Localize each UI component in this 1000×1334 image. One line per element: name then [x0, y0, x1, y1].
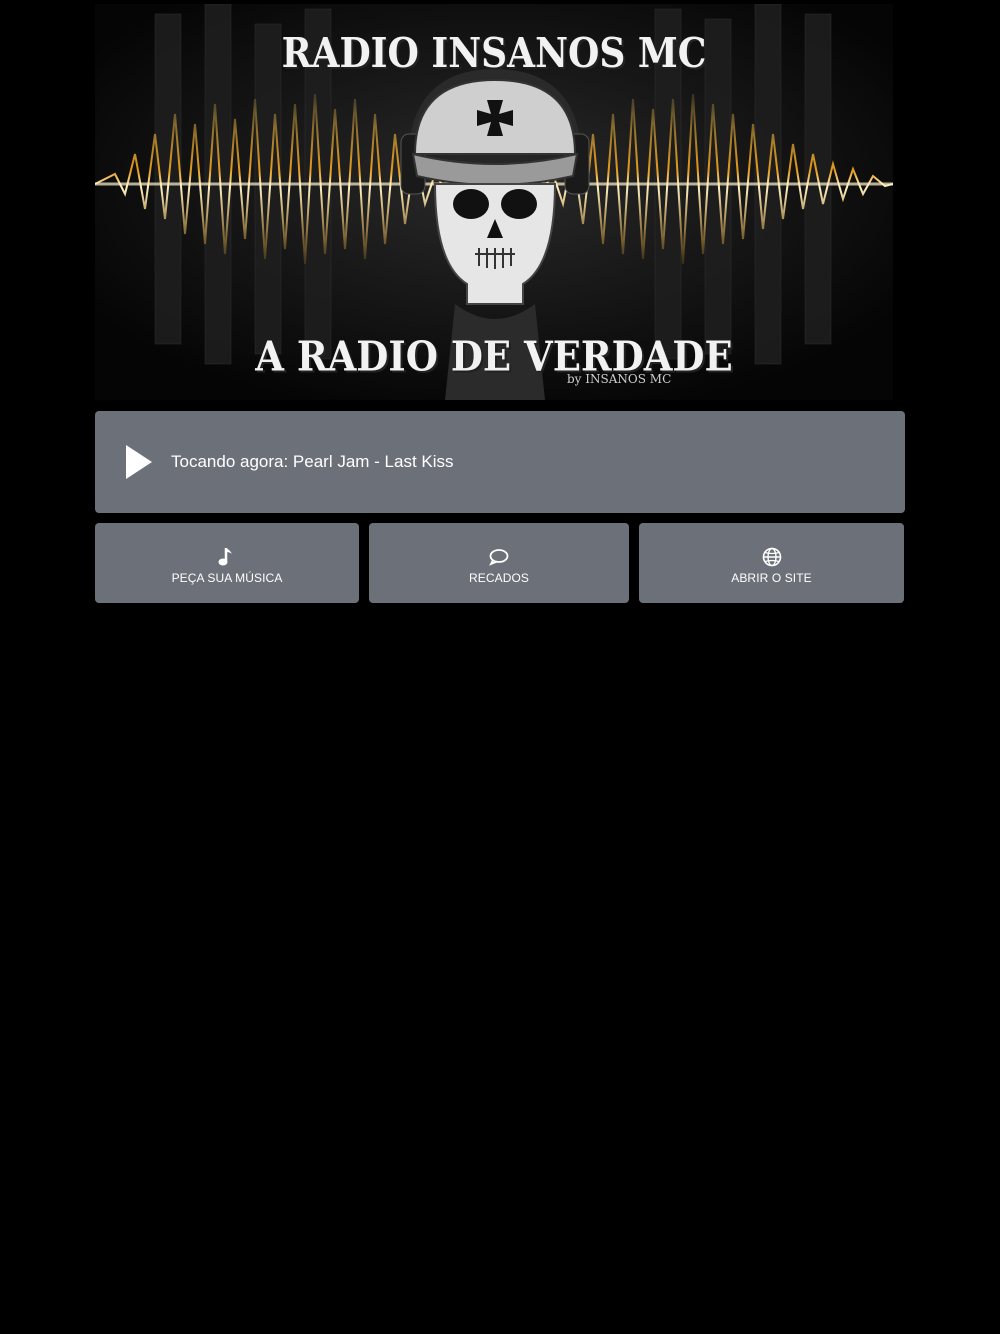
play-button[interactable]	[119, 442, 159, 482]
messages-label: RECADOS	[468, 570, 530, 585]
messages-button[interactable]: RECADOS	[369, 523, 629, 603]
globe-icon	[761, 546, 783, 568]
request-song-button[interactable]: PEÇA SUA MÚSICA	[95, 523, 359, 603]
banner-slogan: A RADIO DE VERDADE	[255, 331, 733, 381]
now-playing-text: Tocando agora: Pearl Jam - Last Kiss	[171, 452, 454, 471]
play-icon	[126, 445, 152, 479]
radio-app-page: RADIO INSANOS MC A RADIO DE VERDADE by I…	[0, 0, 1000, 1334]
radio-banner: RADIO INSANOS MC A RADIO DE VERDADE by I…	[95, 4, 893, 400]
request-song-label: PEÇA SUA MÚSICA	[171, 570, 283, 585]
action-buttons: PEÇA SUA MÚSICA RECADOS ABRIR O SITE	[95, 523, 905, 603]
music-note-icon	[216, 546, 238, 568]
banner-byline: by INSANOS MC	[567, 372, 672, 386]
now-playing-bar: Tocando agora: Pearl Jam - Last Kiss	[95, 411, 905, 513]
open-site-button[interactable]: ABRIR O SITE	[639, 523, 904, 603]
banner-title: RADIO INSANOS MC	[281, 28, 707, 78]
speech-bubble-icon	[488, 546, 510, 568]
open-site-label: ABRIR O SITE	[731, 570, 812, 585]
